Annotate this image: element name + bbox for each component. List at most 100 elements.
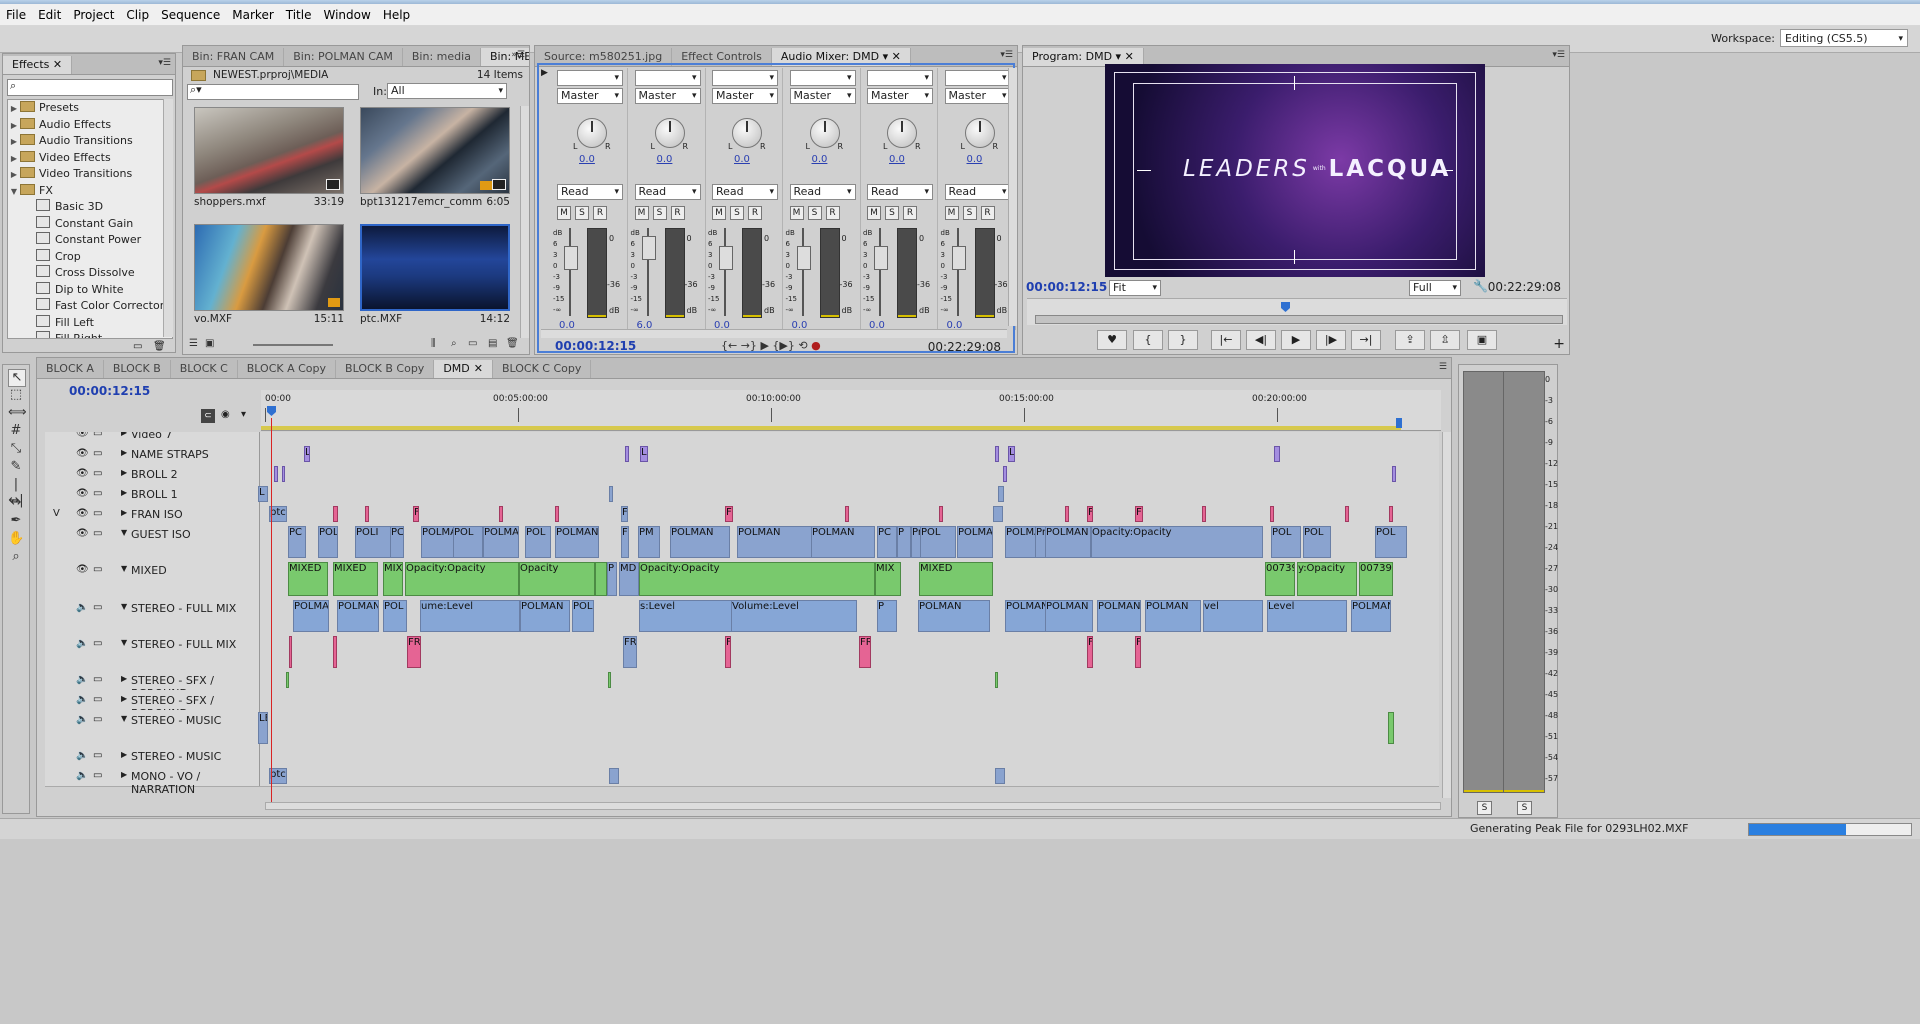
out-icon[interactable]: →} bbox=[741, 339, 757, 352]
timeline-clip[interactable]: FR bbox=[623, 636, 637, 668]
tab-bin-polman-cam[interactable]: Bin: POLMAN CAM bbox=[284, 48, 403, 66]
eye-icon[interactable]: 👁 bbox=[76, 488, 89, 499]
timeline-clip[interactable]: FR bbox=[859, 636, 871, 668]
timeline-clip[interactable]: F bbox=[1087, 636, 1093, 668]
timeline-clip[interactable] bbox=[1392, 466, 1396, 482]
speaker-icon[interactable]: 🔈 bbox=[76, 714, 88, 725]
fader-handle[interactable] bbox=[564, 246, 578, 270]
timeline-clip[interactable]: POLMAN bbox=[520, 600, 570, 632]
step-forward-icon[interactable]: |▶ bbox=[1316, 330, 1346, 350]
menu-edit[interactable]: Edit bbox=[32, 8, 67, 22]
effect-tree-item[interactable]: ▶ Audio Transitions bbox=[8, 133, 172, 150]
quality-select[interactable]: Full bbox=[1409, 280, 1461, 296]
marker-icon[interactable]: ▾ bbox=[241, 409, 246, 420]
effect-tree-item[interactable]: Basic 3D bbox=[8, 199, 172, 216]
pan-knob[interactable] bbox=[964, 118, 995, 148]
chevron-down-icon[interactable]: ▼ bbox=[121, 714, 127, 723]
output-select[interactable]: Master bbox=[712, 88, 778, 104]
timeline-clip[interactable]: F bbox=[1135, 636, 1141, 668]
automation-mode-select[interactable]: Read bbox=[944, 184, 1011, 200]
lock-icon[interactable]: ▭ bbox=[93, 750, 102, 761]
tab-bin-fran-cam[interactable]: Bin: FRAN CAM bbox=[183, 48, 285, 66]
timeline-clip[interactable] bbox=[499, 506, 503, 522]
automation-mode-select[interactable]: Read bbox=[557, 184, 623, 200]
tab-sequence[interactable]: BLOCK C bbox=[171, 360, 238, 378]
rolling-edit-tool-icon[interactable]: # bbox=[8, 423, 24, 439]
timeline-clip[interactable]: MIX bbox=[383, 562, 403, 596]
work-area-bar[interactable] bbox=[261, 426, 1401, 430]
in-filter-select[interactable]: All bbox=[387, 83, 507, 99]
timeline-clip[interactable] bbox=[845, 506, 849, 522]
timeline-clip[interactable]: POL bbox=[920, 526, 956, 558]
timeline-clip[interactable]: Level bbox=[1267, 600, 1347, 632]
timeline-clip[interactable]: LE bbox=[258, 712, 268, 744]
timeline-clip[interactable]: MD bbox=[619, 562, 639, 596]
work-area-end[interactable] bbox=[1396, 418, 1402, 428]
link-icon[interactable]: ◉ bbox=[221, 409, 230, 420]
timeline-clip[interactable]: 00739P bbox=[1359, 562, 1393, 596]
record-button[interactable]: R bbox=[980, 206, 995, 220]
play-in-out-icon[interactable]: {▶} bbox=[772, 339, 794, 352]
timeline-clip[interactable] bbox=[595, 562, 607, 596]
program-time-ruler[interactable] bbox=[1027, 298, 1567, 325]
effect-tree-item[interactable]: Fill Right bbox=[8, 331, 172, 338]
new-item-icon[interactable]: ▤ bbox=[488, 338, 497, 349]
razor-tool-icon[interactable]: ✎ bbox=[8, 459, 24, 475]
chevron-right-icon[interactable]: ▶ bbox=[8, 101, 20, 117]
record-button[interactable]: R bbox=[748, 206, 762, 220]
solo-button[interactable]: S bbox=[885, 206, 899, 220]
automation-mode-select[interactable]: Read bbox=[712, 184, 778, 200]
timeline-clip[interactable]: F bbox=[725, 636, 731, 668]
solo-button[interactable]: S bbox=[807, 206, 822, 220]
volume-fader[interactable] bbox=[563, 228, 578, 316]
timeline-clip[interactable] bbox=[995, 768, 1005, 784]
timeline-clip[interactable]: PM bbox=[638, 526, 660, 558]
extract-icon[interactable]: ⇫ bbox=[1430, 330, 1460, 350]
timeline-clip[interactable]: MIXED bbox=[288, 562, 328, 596]
menu-help[interactable]: Help bbox=[377, 8, 416, 22]
chevron-right-icon[interactable]: ▶ bbox=[121, 448, 127, 457]
eye-icon[interactable]: 👁 bbox=[76, 448, 89, 459]
trash-icon[interactable]: 🗑 bbox=[153, 341, 166, 352]
pan-value[interactable]: 0.0 bbox=[967, 154, 983, 165]
timeline-scrollbar[interactable] bbox=[1442, 432, 1451, 798]
playhead-marker[interactable] bbox=[1281, 302, 1290, 312]
record-button[interactable]: R bbox=[593, 206, 607, 220]
hand-tool-icon[interactable]: ✋ bbox=[8, 531, 24, 547]
timeline-clip[interactable]: POLMAN bbox=[957, 526, 993, 558]
slip-tool-icon[interactable]: |↔| bbox=[8, 477, 24, 508]
automation-mode-select[interactable]: Read bbox=[789, 184, 856, 200]
timeline-clip[interactable] bbox=[274, 466, 278, 482]
menu-sequence[interactable]: Sequence bbox=[155, 8, 226, 22]
timeline-clip[interactable] bbox=[625, 446, 629, 462]
timeline-clip[interactable] bbox=[939, 506, 943, 522]
mute-button[interactable]: M bbox=[712, 206, 726, 220]
speaker-icon[interactable]: 🔈 bbox=[76, 674, 88, 685]
timeline-clip[interactable] bbox=[365, 506, 369, 522]
effect-tree-item[interactable]: Cross Dissolve bbox=[8, 265, 172, 282]
timeline-clip[interactable]: MIX bbox=[875, 562, 901, 596]
mute-button[interactable]: M bbox=[557, 206, 571, 220]
effect-tree-item[interactable]: ▶ Audio Effects bbox=[8, 117, 172, 134]
lock-icon[interactable]: ▭ bbox=[93, 674, 102, 685]
close-icon[interactable]: ✕ bbox=[53, 58, 62, 71]
pan-value[interactable]: 0.0 bbox=[657, 154, 673, 165]
volume-fader[interactable] bbox=[873, 228, 888, 316]
timeline-clip[interactable]: F bbox=[413, 506, 419, 522]
timeline-clip[interactable]: L bbox=[1008, 446, 1015, 462]
track-select[interactable] bbox=[712, 70, 778, 86]
automate-icon[interactable]: ⫼ bbox=[431, 338, 436, 349]
timeline-clip[interactable] bbox=[609, 768, 619, 784]
step-back-icon[interactable]: ◀| bbox=[1246, 330, 1276, 350]
panel-menu-icon[interactable]: ▾☰ bbox=[1552, 50, 1565, 60]
lock-icon[interactable]: ▭ bbox=[93, 638, 102, 649]
timeline-clip[interactable]: POL bbox=[1271, 526, 1301, 558]
effect-tree-item[interactable]: ▶ Video Transitions bbox=[8, 166, 172, 183]
filmstrip-icon[interactable]: ▭ bbox=[93, 528, 102, 539]
timeline-clip[interactable]: F bbox=[725, 506, 733, 522]
pan-knob[interactable] bbox=[732, 118, 762, 148]
trash-icon[interactable]: 🗑 bbox=[506, 338, 519, 349]
timeline-clip[interactable]: POLMAN bbox=[811, 526, 875, 558]
panel-menu-icon[interactable]: ▾☰ bbox=[158, 58, 171, 68]
timeline-clip[interactable]: POLMAN bbox=[1351, 600, 1391, 632]
